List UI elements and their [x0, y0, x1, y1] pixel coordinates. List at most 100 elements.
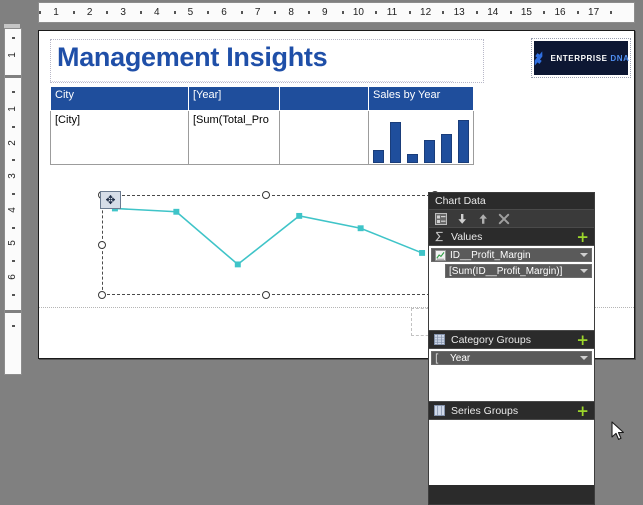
chart-field-icon [435, 249, 446, 261]
tablix-header-label: City [55, 89, 74, 101]
tablix-cell-sparkline[interactable] [368, 110, 474, 165]
tablix-data-row: [City] [Sum(Total_Pro [50, 110, 474, 165]
ruler-tick: 16 [554, 7, 566, 18]
tablix-cell-total-value[interactable]: [Sum(Total_Pro [188, 110, 280, 165]
report-header-band[interactable]: Management Insights [50, 39, 484, 83]
values-section-header[interactable]: Values + [429, 227, 594, 246]
line-chart-data-point [357, 225, 364, 232]
sparkline-bar [458, 119, 469, 163]
ruler-minor-tick [476, 11, 478, 14]
sigma-icon [435, 231, 443, 242]
sparkline-bar-chart[interactable] [370, 116, 473, 164]
add-series-group-button[interactable]: + [576, 403, 589, 418]
chart-data-pane-title: Chart Data [429, 193, 594, 209]
ruler-minor-tick [12, 193, 15, 195]
values-field-row[interactable]: ID__Profit_Margin [431, 248, 592, 262]
ruler-tick: 4 [154, 7, 160, 18]
page-title[interactable]: Management Insights [57, 42, 328, 73]
line-chart-markers [111, 205, 426, 268]
properties-icon[interactable] [435, 212, 447, 225]
add-category-group-button[interactable]: + [576, 332, 589, 347]
resize-handle-n[interactable] [262, 191, 270, 199]
ruler-minor-tick [173, 11, 176, 14]
chevron-down-icon[interactable] [580, 269, 588, 273]
ruler-band-split [5, 75, 21, 78]
line-chart-series-path [114, 207, 423, 266]
ruler-tick: 13 [453, 7, 465, 18]
values-expression-row[interactable]: [Sum(ID__Profit_Margin)] [445, 264, 592, 278]
tablix-cell-label: [City] [55, 114, 81, 126]
group-icon [435, 352, 439, 364]
resize-handle-w[interactable] [98, 241, 106, 249]
tablix-header-cell-blank[interactable] [279, 86, 369, 111]
horizontal-ruler-track: 1 2 3 4 5 6 7 8 9 10 11 12 13 14 15 16 17 [38, 2, 635, 23]
category-groups-section-header[interactable]: Category Groups + [429, 330, 594, 349]
category-group-row[interactable]: Year [431, 351, 592, 365]
chart-data-pane[interactable]: Chart Data Values + ID__Profit_Margin [S… [428, 192, 595, 505]
ruler-minor-tick [207, 11, 210, 14]
ruler-tick: 7 [254, 7, 261, 18]
move-down-icon[interactable] [456, 213, 468, 225]
move-handle-icon[interactable]: ✥ [100, 191, 121, 209]
tablix-cell-label: [Sum(Total_Pro [193, 114, 269, 126]
move-up-icon[interactable] [477, 213, 489, 225]
ruler-tick-body: 2 [7, 139, 18, 146]
ruler-tick: 6 [221, 7, 227, 18]
values-field-name: ID__Profit_Margin [450, 249, 531, 261]
ruler-tick-header: 1 [7, 52, 18, 58]
ruler-tick-body: 6 [7, 274, 18, 280]
ruler-band-split [5, 310, 21, 313]
ruler-minor-tick [140, 11, 142, 14]
sparkline-bar [373, 149, 384, 163]
ruler-tick: 5 [187, 7, 194, 18]
chart-data-toolbar[interactable] [429, 209, 594, 227]
tablix-header-label: [Year] [193, 89, 222, 101]
mouse-pointer [611, 421, 624, 440]
ruler-minor-tick [341, 11, 344, 14]
ruler-tick: 10 [352, 7, 364, 18]
tablix-cell-city-value[interactable]: [City] [50, 110, 189, 165]
line-chart-data-point [234, 261, 241, 268]
ruler-tick-body: 1 [7, 106, 18, 112]
category-groups-list[interactable]: Year [429, 349, 594, 401]
tablix-table[interactable]: City [Year] Sales by Year [City] [Sum(To… [50, 86, 474, 165]
tablix-header-row: City [Year] Sales by Year [50, 86, 474, 111]
tablix-header-cell-year[interactable]: [Year] [188, 86, 280, 111]
tablix-cell-blank-value[interactable] [279, 110, 369, 165]
line-chart-data-point [296, 212, 303, 219]
series-groups-section-header[interactable]: Series Groups + [429, 401, 594, 420]
vertical-ruler-track: 1 1 2 3 4 5 6 [4, 28, 22, 375]
logo-word-dna: DNA [610, 53, 630, 63]
values-section-label: Values [451, 230, 483, 243]
ruler-minor-tick [12, 293, 15, 296]
values-list[interactable]: ID__Profit_Margin [Sum(ID__Profit_Margin… [429, 246, 594, 330]
line-chart-region[interactable] [102, 195, 435, 295]
ruler-minor-tick [72, 11, 75, 14]
tablix-header-cell-sales-by-year[interactable]: Sales by Year [368, 86, 474, 111]
sparkline-bar [407, 154, 418, 163]
line-chart-data-point [419, 249, 426, 256]
ruler-tick: 8 [288, 7, 294, 18]
vertical-ruler[interactable]: 1 1 2 3 4 5 6 [0, 24, 24, 505]
ruler-tick-body: 3 [7, 173, 18, 179]
ruler-minor-tick [12, 260, 15, 263]
logo-image-box[interactable]: ENTERPRISE DNA [531, 38, 631, 78]
ruler-tick: 15 [520, 7, 532, 18]
sparkline-bar [390, 121, 401, 163]
resize-handle-sw[interactable] [98, 291, 106, 299]
chevron-down-icon[interactable] [580, 253, 588, 257]
tablix-header-cell-city[interactable]: City [50, 86, 189, 111]
horizontal-ruler[interactable]: 1 2 3 4 5 6 7 8 9 10 11 12 13 14 15 16 17 [0, 0, 643, 24]
delete-icon[interactable] [498, 213, 510, 225]
add-value-button[interactable]: + [576, 229, 589, 244]
tablix-header-label: Sales by Year [373, 89, 441, 101]
ruler-minor-tick [12, 37, 15, 39]
line-chart-selection[interactable]: ✥ [98, 191, 439, 299]
series-groups-list[interactable] [429, 420, 594, 485]
chevron-down-icon[interactable] [580, 356, 588, 360]
resize-handle-s[interactable] [262, 291, 270, 299]
series-grid-icon [434, 405, 445, 416]
logo-text: ENTERPRISE DNA [550, 54, 629, 63]
ruler-minor-tick [442, 11, 445, 14]
ruler-tick: 14 [487, 7, 499, 18]
